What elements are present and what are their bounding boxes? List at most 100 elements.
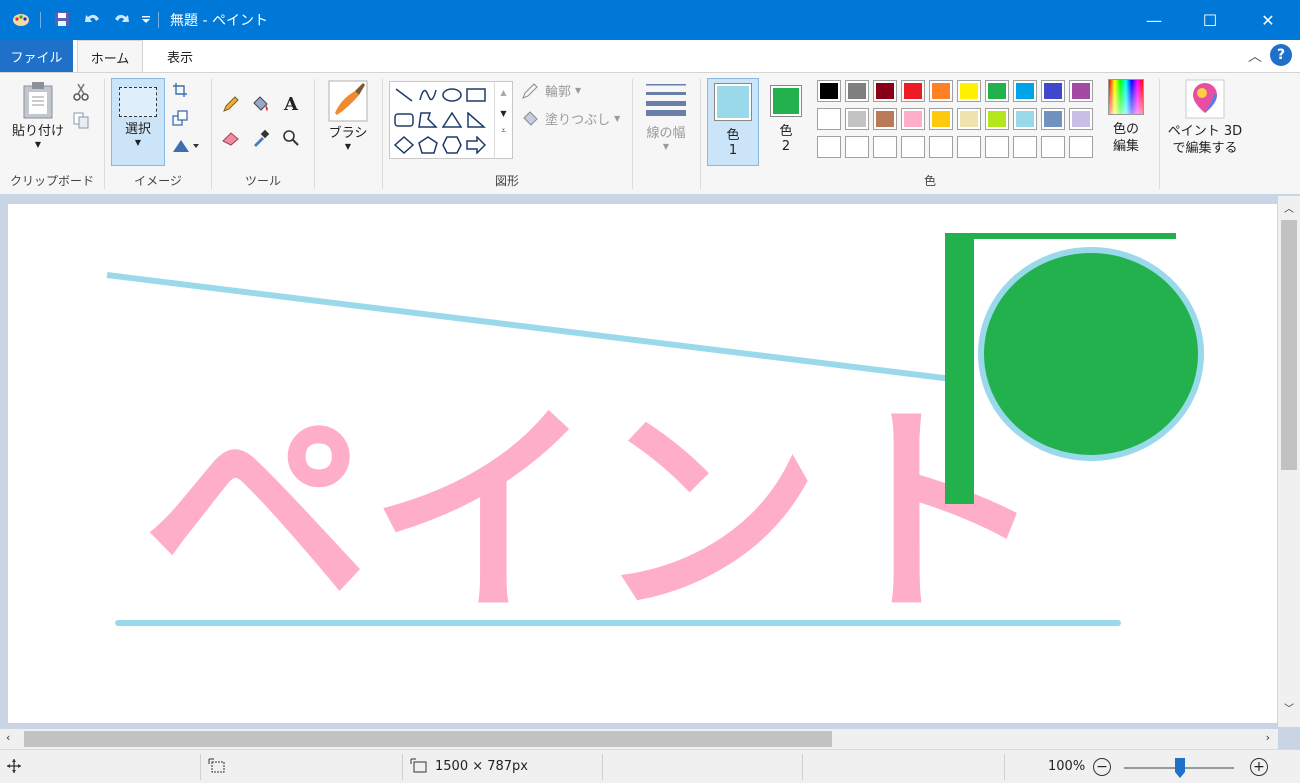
palette-color-swatch[interactable] [901,80,925,102]
rectangle-shape-icon[interactable] [464,84,488,106]
palette-color-swatch[interactable] [957,108,981,130]
palette-empty-swatch[interactable] [985,136,1009,158]
rotate-icon[interactable] [169,135,203,157]
palette-color-swatch[interactable] [845,108,869,130]
save-icon[interactable] [53,10,71,28]
color-picker-icon[interactable] [250,127,272,149]
drawing-canvas[interactable]: ペイント [8,204,1277,723]
right-triangle-shape-icon[interactable] [464,109,488,131]
help-button[interactable]: ? [1270,44,1292,66]
vertical-scroll-thumb[interactable] [1281,220,1297,470]
palette-color-swatch[interactable] [985,80,1009,102]
fill-button[interactable]: 塗りつぶし ▼ [521,109,620,128]
crop-icon[interactable] [169,79,191,101]
palette-color-swatch[interactable] [873,108,897,130]
brushes-button[interactable]: ブラシ ▼ [323,79,373,151]
palette-empty-swatch[interactable] [845,136,869,158]
edit-colors-button[interactable]: 色の 編集 [1101,79,1151,155]
vertical-scrollbar[interactable]: ︿ ﹀ [1278,196,1300,727]
palette-color-swatch[interactable] [817,80,841,102]
palette-color-swatch[interactable] [901,108,925,130]
palette-color-swatch[interactable] [845,80,869,102]
magnifier-icon[interactable] [280,127,302,149]
horizontal-scroll-thumb[interactable] [24,731,832,747]
zoom-in-button[interactable]: + [1250,758,1268,776]
fill-bucket-icon[interactable] [250,93,272,115]
palette-empty-swatch[interactable] [873,136,897,158]
eraser-icon[interactable] [220,127,242,149]
tab-view[interactable]: 表示 [150,40,210,72]
redo-icon[interactable] [112,10,130,28]
scroll-up-icon[interactable]: ▲ [495,88,512,97]
size-button[interactable]: 線の幅 ▼ [639,81,693,151]
palette-color-swatch[interactable] [1013,108,1037,130]
palette-color-swatch[interactable] [1041,108,1065,130]
hexagon-shape-icon[interactable] [440,134,464,156]
chevron-down-icon: ▼ [134,138,142,147]
scroll-left-arrow[interactable]: ‹ [6,731,10,744]
close-button[interactable]: ✕ [1238,0,1298,40]
resize-icon[interactable] [169,107,191,129]
zoom-slider-thumb[interactable] [1175,758,1185,778]
palette-empty-swatch[interactable] [1013,136,1037,158]
tab-file[interactable]: ファイル [0,40,73,72]
outline-button[interactable]: 輪郭 ▼ [521,81,581,100]
select-button[interactable]: 選択 ▼ [111,78,165,166]
palette-color-swatch[interactable] [1013,80,1037,102]
text-tool-icon[interactable]: A [280,93,302,115]
arrow-shape-icon[interactable] [464,134,488,156]
palette-color-swatch[interactable] [929,80,953,102]
paint-app-icon[interactable] [12,10,30,28]
triangle-shape-icon[interactable] [440,109,464,131]
horizontal-scrollbar[interactable]: ‹ › [0,729,1278,749]
palette-color-swatch[interactable] [873,80,897,102]
palette-empty-swatch[interactable] [929,136,953,158]
undo-icon[interactable] [84,10,102,28]
palette-empty-swatch[interactable] [901,136,925,158]
palette-color-swatch[interactable] [985,108,1009,130]
minimize-button[interactable]: — [1124,0,1184,40]
pencil-icon[interactable] [220,93,242,115]
scroll-down-icon[interactable]: ▼ [495,109,512,118]
line-shape-icon[interactable] [392,84,416,106]
palette-color-swatch[interactable] [957,80,981,102]
outline-pen-icon [522,82,538,99]
pentagon-shape-icon[interactable] [416,134,440,156]
diamond-shape-icon[interactable] [392,134,416,156]
collapse-ribbon-icon[interactable]: ︿ [1248,46,1262,66]
palette-color-swatch[interactable] [1069,80,1093,102]
scroll-up-arrow[interactable]: ︿ [1284,200,1294,215]
tab-home[interactable]: ホーム [77,40,143,73]
size-label: 線の幅 [646,126,686,141]
customize-qat-icon[interactable] [137,10,155,28]
curve-shape-icon[interactable] [416,84,440,106]
palette-color-swatch[interactable] [817,108,841,130]
palette-color-swatch[interactable] [929,108,953,130]
palette-empty-swatch[interactable] [1069,136,1093,158]
color1-button[interactable]: 色 1 [707,78,759,166]
shapes-scroll[interactable]: ▲ ▼ ⩡ [494,82,512,158]
scroll-down-arrow[interactable]: ﹀ [1284,700,1294,715]
paste-button[interactable]: 貼り付け ▼ [8,81,68,149]
rounded-rectangle-shape-icon[interactable] [392,109,416,131]
scroll-right-arrow[interactable]: › [1266,731,1270,744]
edit-with-paint3d-button[interactable]: ペイント 3D で編集する [1164,79,1246,157]
paint3d-icon [1185,79,1225,119]
palette-color-swatch[interactable] [1069,108,1093,130]
polygon-shape-icon[interactable] [416,109,440,131]
color2-button[interactable]: 色 2 [763,81,809,154]
copy-icon[interactable] [70,109,92,131]
palette-empty-swatch[interactable] [817,136,841,158]
palette-color-swatch[interactable] [1041,80,1065,102]
tools-group: A ツール [212,73,314,193]
maximize-button[interactable]: ☐ [1180,0,1240,40]
brushes-label: ブラシ [328,126,368,141]
oval-shape-icon[interactable] [440,84,464,106]
zoom-out-button[interactable]: − [1093,758,1111,776]
expand-gallery-icon[interactable]: ⩡ [495,126,512,136]
cut-icon[interactable] [70,81,92,103]
chevron-down-icon: ▼ [614,114,621,123]
palette-empty-swatch[interactable] [957,136,981,158]
palette-empty-swatch[interactable] [1041,136,1065,158]
color2-label: 色 [779,124,793,139]
